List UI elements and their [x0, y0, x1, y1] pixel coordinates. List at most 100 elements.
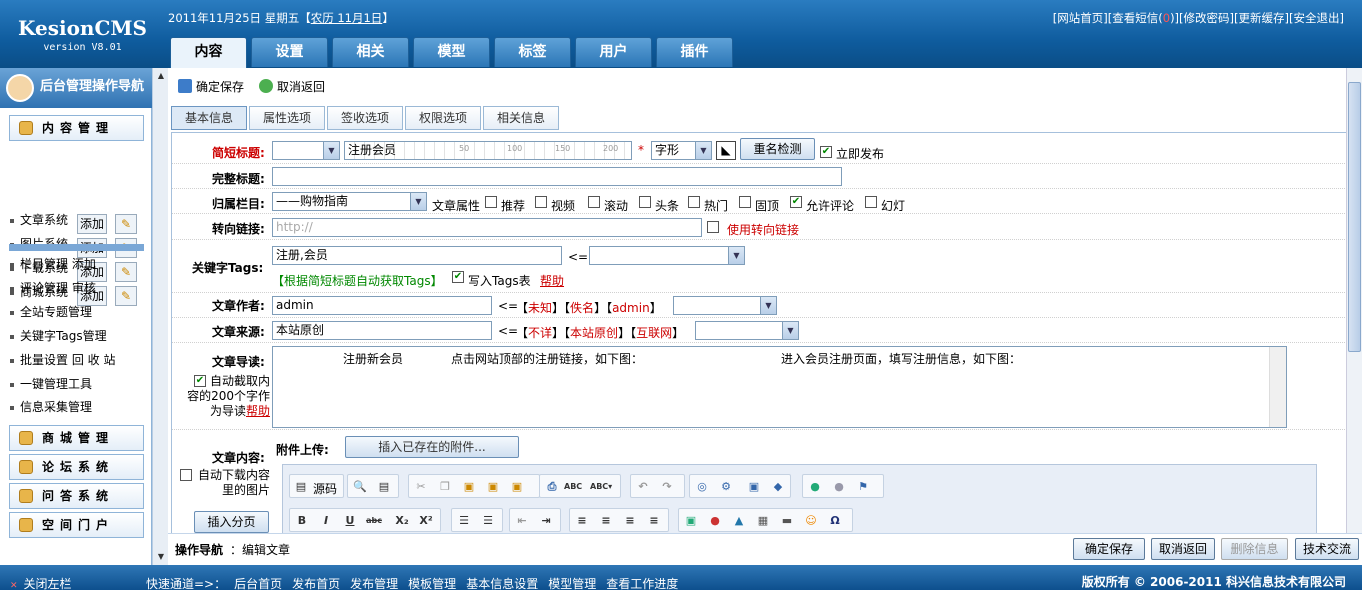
insert-attachment-button[interactable]: 插入已存在的附件... — [345, 436, 519, 458]
sidebar-item-tools[interactable]: 一键管理工具 — [10, 373, 92, 395]
scroll-checkbox[interactable] — [588, 196, 600, 208]
special-char-icon[interactable]: Ω — [827, 513, 843, 529]
delete-button[interactable]: 删除信息 — [1221, 538, 1288, 560]
smiley-icon[interactable]: ☺ — [803, 513, 819, 529]
insert-page-button[interactable]: 插入分页 — [194, 511, 269, 533]
quick-link-progress[interactable]: 查看工作进度 — [606, 577, 678, 591]
tab-users[interactable]: 用户 — [575, 37, 652, 67]
auto-download-checkbox[interactable] — [180, 469, 192, 481]
redirect-input[interactable]: http:// — [272, 218, 702, 237]
edit-pencil-icon[interactable]: ✎ — [115, 262, 137, 282]
scroll-up-icon[interactable]: ▲ — [155, 70, 167, 82]
sidebar-item-columns[interactable]: 栏目管理 添加 — [10, 253, 96, 275]
top-checkbox[interactable] — [739, 196, 751, 208]
subscript-icon[interactable]: X₂ — [394, 513, 410, 529]
font-style-select[interactable]: 字形 ▼ — [651, 141, 712, 160]
site-home-link[interactable]: [网站首页] — [1053, 11, 1108, 25]
tab-plugins[interactable]: 插件 — [656, 37, 733, 67]
tags-select[interactable]: ▼ — [589, 246, 745, 265]
align-justify-icon[interactable]: ≡ — [646, 513, 662, 529]
auto-tags-link[interactable]: 【根据简短标题自动获取Tags】 — [272, 272, 443, 289]
video-checkbox[interactable] — [535, 196, 547, 208]
image-icon[interactable]: ▣ — [683, 513, 699, 529]
short-title-input[interactable]: 注册会员 — [344, 141, 632, 160]
tab-content[interactable]: 内容 — [170, 37, 247, 68]
sidebar-item-batch[interactable]: 批量设置 回 收 站 — [10, 349, 115, 371]
author-unknown-link[interactable]: 未知 — [528, 301, 552, 315]
quick-link-basic-settings[interactable]: 基本信息设置 — [466, 577, 538, 591]
tab-models[interactable]: 模型 — [413, 37, 490, 67]
write-tags-checkbox[interactable]: ✔ — [452, 271, 464, 283]
hot-checkbox[interactable] — [688, 196, 700, 208]
save-button[interactable]: 确定保存 — [178, 78, 244, 95]
messages-link[interactable]: [查看短信( — [1108, 11, 1163, 25]
space-portal-button[interactable]: 空间门户 — [9, 512, 144, 538]
rich-text-editor[interactable]: ▤ 源码 🔍 ▤ ✂ ❐ ▣ ▣ ▣ ⎙ ABC ABC▾ ↶ ↷ ◎ ⚙ ▣ ◆ ● ● ⚑ B I Uabc… — [282, 464, 1317, 536]
flash-icon[interactable]: ● — [707, 513, 723, 529]
strikethrough-icon[interactable]: abc — [366, 513, 382, 529]
source-input[interactable]: 本站原创 — [272, 321, 492, 340]
align-right-icon[interactable]: ≡ — [622, 513, 638, 529]
unlink-icon[interactable]: ● — [831, 479, 847, 495]
anchor-flag-icon[interactable]: ⚑ — [855, 479, 871, 495]
shop-management-button[interactable]: 商城管理 — [9, 425, 144, 451]
tech-support-button[interactable]: 技术交流 — [1295, 538, 1359, 560]
table-icon[interactable]: ▦ — [755, 513, 771, 529]
sidebar-item-topics[interactable]: 全站专题管理 — [10, 301, 92, 323]
intro-scrollbar[interactable] — [1269, 347, 1286, 427]
tab-signing[interactable]: 签收选项 — [327, 106, 403, 130]
publish-now-checkbox[interactable]: ✔ — [820, 146, 832, 158]
print-icon[interactable]: ⎙ — [544, 479, 560, 495]
full-title-input[interactable] — [272, 167, 842, 186]
sidebar-item-comments[interactable]: 评论管理 审核 — [10, 277, 96, 299]
tab-basic-info[interactable]: 基本信息 — [171, 106, 247, 130]
select-all-icon[interactable]: ▣ — [746, 479, 762, 495]
author-anonymous-link[interactable]: 佚名 — [570, 301, 594, 315]
title-prefix-select[interactable]: ▼ — [272, 141, 340, 160]
source-select[interactable]: ▼ — [695, 321, 799, 340]
redo-icon[interactable]: ↷ — [659, 479, 675, 495]
source-original-link[interactable]: 本站原创 — [570, 326, 618, 340]
forum-system-button[interactable]: 论坛系统 — [9, 454, 144, 480]
column-select[interactable]: ——购物指南 ▼ — [272, 192, 427, 211]
ordered-list-icon[interactable]: ☰ — [456, 513, 472, 529]
quick-link-home[interactable]: 后台首页 — [234, 577, 282, 591]
edit-pencil-icon[interactable]: ✎ — [115, 214, 137, 234]
quick-link-publish-home[interactable]: 发布首页 — [292, 577, 340, 591]
align-left-icon[interactable]: ≡ — [574, 513, 590, 529]
tags-input[interactable]: 注册,会员 — [272, 246, 562, 265]
close-left-button[interactable]: ✕ 关闭左栏 — [10, 575, 72, 592]
use-redirect-checkbox[interactable] — [707, 221, 719, 233]
change-password-link[interactable]: [修改密码] — [1179, 11, 1234, 25]
preview-icon[interactable]: 🔍 — [352, 479, 368, 495]
find-icon[interactable]: ◎ — [694, 479, 710, 495]
quick-link-templates[interactable]: 模板管理 — [408, 577, 456, 591]
add-article-button[interactable]: 添加 — [77, 214, 107, 234]
paste-word-icon[interactable]: ▣ — [509, 479, 525, 495]
template-icon[interactable]: ▤ — [376, 479, 392, 495]
author-input[interactable]: admin — [272, 296, 492, 315]
undo-icon[interactable]: ↶ — [635, 479, 651, 495]
copy-icon[interactable]: ❐ — [437, 479, 453, 495]
intro-help-link[interactable]: 帮助 — [246, 404, 270, 418]
headline-checkbox[interactable] — [639, 196, 651, 208]
spellcheck-icon[interactable]: ABC — [564, 479, 582, 495]
sidebar-item-tags[interactable]: 关键字Tags管理 — [10, 325, 107, 347]
eraser-icon[interactable]: ◆ — [770, 479, 786, 495]
footer-cancel-button[interactable]: 取消返回 — [1151, 538, 1215, 560]
media-icon[interactable]: ▲ — [731, 513, 747, 529]
superscript-icon[interactable]: X² — [418, 513, 434, 529]
sidebar-item-collect[interactable]: 信息采集管理 — [10, 396, 92, 418]
spellcheck-menu-icon[interactable]: ABC▾ — [590, 479, 612, 495]
qa-system-button[interactable]: 问答系统 — [9, 483, 144, 509]
author-admin-link[interactable]: admin — [612, 301, 650, 315]
lunar-date-link[interactable]: 农历 11月1日 — [311, 11, 383, 25]
align-center-icon[interactable]: ≡ — [598, 513, 614, 529]
help-link[interactable]: 帮助 — [540, 272, 564, 289]
italic-icon[interactable]: I — [318, 513, 334, 529]
recommend-checkbox[interactable] — [485, 196, 497, 208]
underline-icon[interactable]: U — [342, 513, 358, 529]
scroll-down-icon[interactable]: ▼ — [155, 551, 167, 563]
intro-textarea[interactable]: 注册新会员 点击网站顶部的注册链接，如下图： 进入会员注册页面，填写注册信息，如… — [272, 346, 1287, 428]
duplicate-check-button[interactable]: 重名检测 — [740, 138, 815, 160]
